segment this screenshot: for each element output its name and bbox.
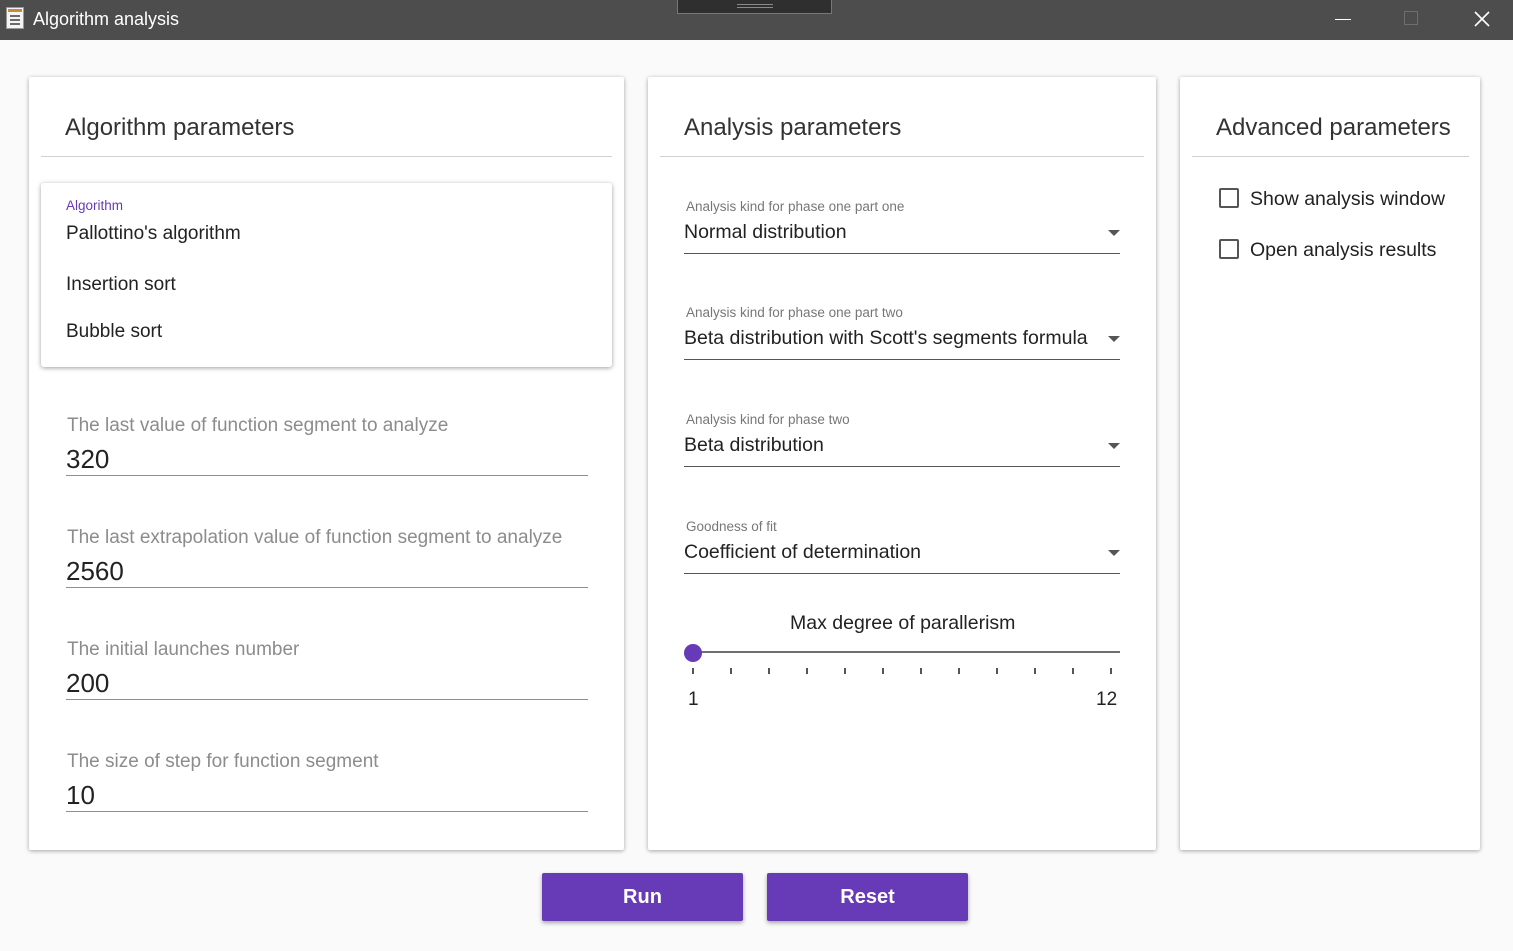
phase-one-part-two-label: Analysis kind for phase one part two — [686, 305, 903, 320]
slider-tick — [844, 668, 846, 674]
last-extrapolation-value-input[interactable] — [66, 555, 588, 588]
slider-tick — [692, 668, 694, 674]
divider — [1192, 156, 1469, 157]
list-item-pallottino[interactable]: Pallottino's algorithm — [66, 223, 241, 245]
advanced-parameters-title: Advanced parameters — [1216, 114, 1451, 141]
goodness-of-fit-label: Goodness of fit — [686, 519, 777, 534]
open-analysis-results-label[interactable]: Open analysis results — [1250, 239, 1436, 262]
dropdown-arrow-icon — [1108, 336, 1120, 342]
select-value: Coefficient of determination — [684, 541, 922, 563]
reset-button[interactable]: Reset — [767, 873, 968, 921]
maximize-icon — [1404, 11, 1418, 25]
slider-min-label: 1 — [688, 689, 699, 710]
slider-tick — [958, 668, 960, 674]
title-bar[interactable]: Algorithm analysis — [0, 0, 1513, 40]
slider-tick — [1110, 668, 1112, 674]
algorithm-parameters-title: Algorithm parameters — [65, 114, 295, 141]
select-value: Normal distribution — [684, 221, 847, 243]
analysis-parameters-title: Analysis parameters — [684, 114, 902, 141]
list-item-insertion-sort[interactable]: Insertion sort — [66, 274, 176, 296]
maximize-button[interactable] — [1388, 0, 1434, 40]
dropdown-arrow-icon — [1108, 443, 1120, 449]
goodness-of-fit-select[interactable]: Coefficient of determination — [684, 539, 1120, 574]
open-analysis-results-checkbox[interactable] — [1219, 239, 1239, 259]
last-value-label: The last value of function segment to an… — [67, 415, 449, 436]
last-extrapolation-value-label: The last extrapolation value of function… — [67, 527, 563, 548]
show-analysis-window-checkbox[interactable] — [1219, 188, 1239, 208]
step-size-label: The size of step for function segment — [67, 751, 379, 772]
divider — [660, 156, 1144, 157]
initial-launches-input[interactable] — [66, 667, 588, 700]
phase-one-part-two-select[interactable]: Beta distribution with Scott's segments … — [684, 325, 1120, 360]
step-size-input[interactable] — [66, 779, 588, 812]
phase-two-select[interactable]: Beta distribution — [684, 432, 1120, 467]
last-value-input[interactable] — [66, 443, 588, 476]
slider-tick — [806, 668, 808, 674]
close-icon — [1474, 11, 1490, 27]
minimize-icon — [1335, 19, 1351, 20]
dropdown-arrow-icon — [1108, 230, 1120, 236]
slider-tick — [920, 668, 922, 674]
phase-two-label: Analysis kind for phase two — [686, 412, 850, 427]
slider-tick — [1072, 668, 1074, 674]
slider-tick — [1034, 668, 1036, 674]
parallelism-slider-track[interactable] — [693, 651, 1120, 653]
select-value: Beta distribution with Scott's segments … — [684, 327, 1088, 349]
parallelism-label: Max degree of parallerism — [790, 612, 1016, 634]
window-title: Algorithm analysis — [33, 9, 180, 29]
select-value: Beta distribution — [684, 434, 824, 456]
algorithm-list-label: Algorithm — [66, 198, 124, 213]
slider-tick — [882, 668, 884, 674]
algorithm-list[interactable]: Algorithm Pallottino's algorithm Inserti… — [41, 183, 612, 367]
slider-tick — [996, 668, 998, 674]
slider-tick — [730, 668, 732, 674]
slider-max-label: 12 — [1096, 689, 1118, 710]
show-analysis-window-label[interactable]: Show analysis window — [1250, 188, 1445, 211]
divider — [41, 156, 612, 157]
list-item-bubble-sort[interactable]: Bubble sort — [66, 321, 162, 343]
phase-one-part-one-select[interactable]: Normal distribution — [684, 219, 1120, 254]
close-button[interactable] — [1459, 0, 1505, 40]
phase-one-part-one-label: Analysis kind for phase one part one — [686, 199, 905, 214]
initial-launches-label: The initial launches number — [67, 639, 300, 660]
parallelism-slider-thumb[interactable] — [684, 644, 702, 662]
drag-handle[interactable] — [677, 0, 832, 14]
minimize-button[interactable] — [1319, 0, 1365, 40]
app-document-icon — [6, 7, 24, 29]
run-button[interactable]: Run — [542, 873, 743, 921]
slider-tick — [768, 668, 770, 674]
dropdown-arrow-icon — [1108, 550, 1120, 556]
